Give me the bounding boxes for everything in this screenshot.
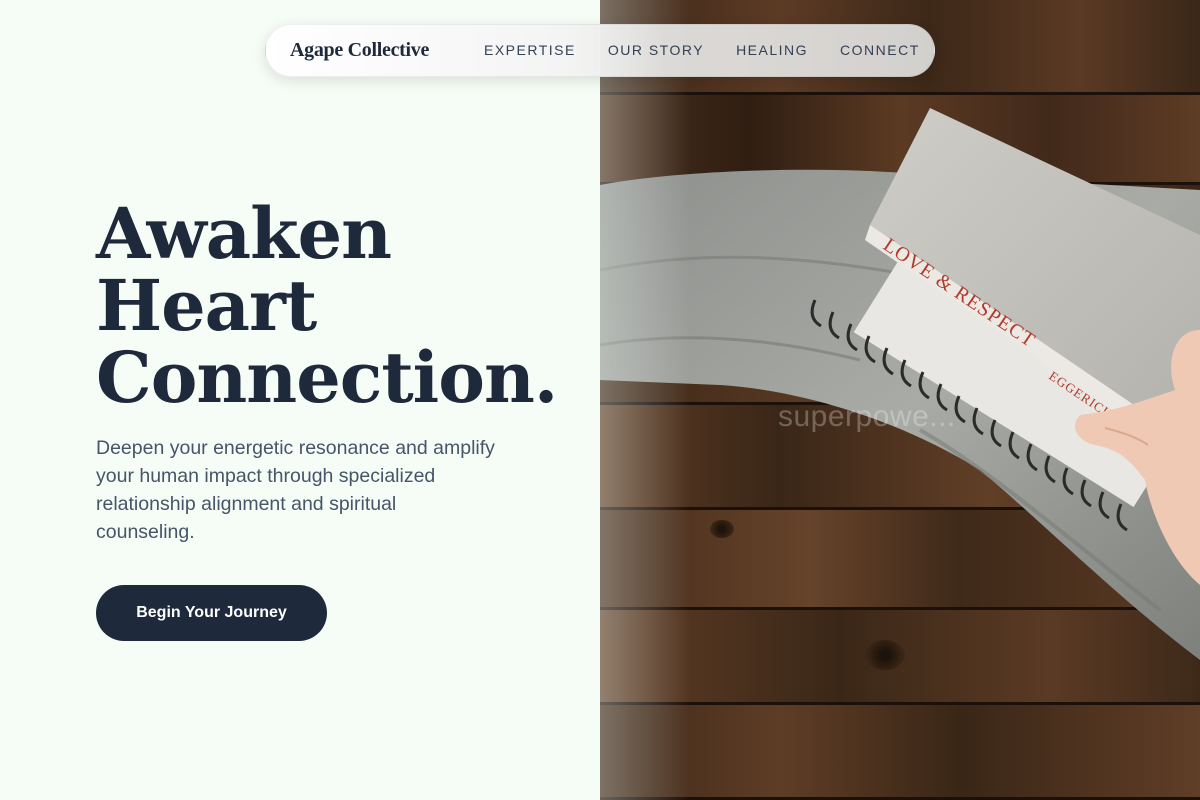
hero-photo: LOVE & RESPECT EGGERICHS superpowe...	[600, 0, 1200, 800]
hero-left-pane: Awaken Heart Connection. Deepen your ene…	[0, 0, 600, 800]
hero-title-line-1: Awaken	[96, 192, 392, 275]
begin-journey-button[interactable]: Begin Your Journey	[96, 585, 327, 641]
top-navigation-bar: Agape Collective EXPERTISE OUR STORY HEA…	[265, 24, 935, 77]
nav-link-expertise[interactable]: EXPERTISE	[484, 42, 576, 58]
nav-link-connect[interactable]: CONNECT	[840, 42, 920, 58]
hero-subtitle: Deepen your energetic resonance and ampl…	[96, 437, 495, 543]
hero-title-line-3: Connection.	[96, 336, 558, 419]
nav-links: EXPERTISE OUR STORY HEALING CONNECT	[484, 42, 920, 58]
hero-title-line-2: Heart	[96, 264, 317, 347]
hero-title: Awaken Heart Connection.	[96, 198, 576, 414]
photo-watermark: superpowe...	[778, 400, 956, 433]
photo-edge-fade	[600, 0, 690, 800]
brand-logo[interactable]: Agape Collective	[290, 39, 429, 62]
nav-link-our-story[interactable]: OUR STORY	[608, 42, 704, 58]
nav-link-healing[interactable]: HEALING	[736, 42, 808, 58]
